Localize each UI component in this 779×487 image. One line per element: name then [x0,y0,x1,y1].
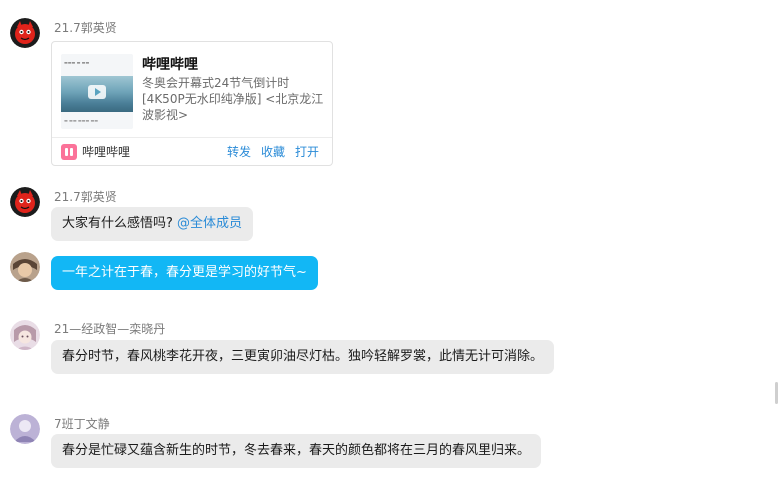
message-text: 春分是忙碌又蕴含新生的时节，冬去春来，春天的颜色都将在三月的春风里归来。 [62,443,531,458]
message-text: 一年之计在于春，春分更是学习的好节气~ [62,265,307,280]
sender-name: 7班丁文静 [54,417,110,431]
open-button[interactable]: 打开 [295,144,319,160]
avatar-ding[interactable] [10,414,40,444]
card-source: 哔哩哔哩 [82,145,131,159]
message-bubble-self: 一年之计在于春，春分更是学习的好节气~ [51,256,318,290]
card-title: 哔哩哔哩 [142,57,198,73]
message-text: 春分时节，春风桃李花开夜，三更寅卯油尽灯枯。独吟轻解罗裳，此情无计可消除。 [62,349,544,364]
card-divider [52,137,332,138]
avatar-guo[interactable] [10,187,40,217]
sender-name: 21.7郭英贤 [54,190,117,204]
bilibili-icon [61,144,77,160]
share-card[interactable]: ▬▬▬ ▬ ▬▬ ▬ ▬▬ ▬▬▬ ▬▬ 哔哩哔哩 冬奥会开幕式24节气倒计时[… [51,41,333,166]
thumb-header-text: ▬▬▬ ▬ ▬▬ [64,60,90,65]
message-text: 大家有什么感悟吗? [62,216,173,231]
favorite-button[interactable]: 收藏 [261,144,285,160]
mention-all[interactable]: @全体成员 [177,216,242,231]
sender-name: 21.7郭英贤 [54,21,117,35]
forward-button[interactable]: 转发 [227,144,251,160]
video-thumbnail[interactable]: ▬▬▬ ▬ ▬▬ ▬ ▬▬ ▬▬▬ ▬▬ [61,54,133,129]
scrollbar[interactable] [775,382,778,404]
sender-name: 21—经政智—栾晓丹 [54,322,166,336]
message-bubble: 大家有什么感悟吗? @全体成员 [51,207,254,241]
card-description: 冬奥会开幕式24节气倒计时[4K50P无水印纯净版] <北京龙江波影视> [142,76,324,122]
message-bubble: 春分是忙碌又蕴含新生的时节，冬去春来，春天的颜色都将在三月的春风里归来。 [51,434,542,468]
thumb-footer-text: ▬ ▬▬ ▬▬▬ ▬▬ [64,118,99,123]
avatar-luan[interactable] [10,320,40,350]
play-icon [88,85,106,99]
avatar-guo[interactable] [10,18,40,48]
avatar-self[interactable] [10,252,40,282]
message-bubble: 春分时节，春风桃李花开夜，三更寅卯油尽灯枯。独吟轻解罗裳，此情无计可消除。 [51,340,555,374]
